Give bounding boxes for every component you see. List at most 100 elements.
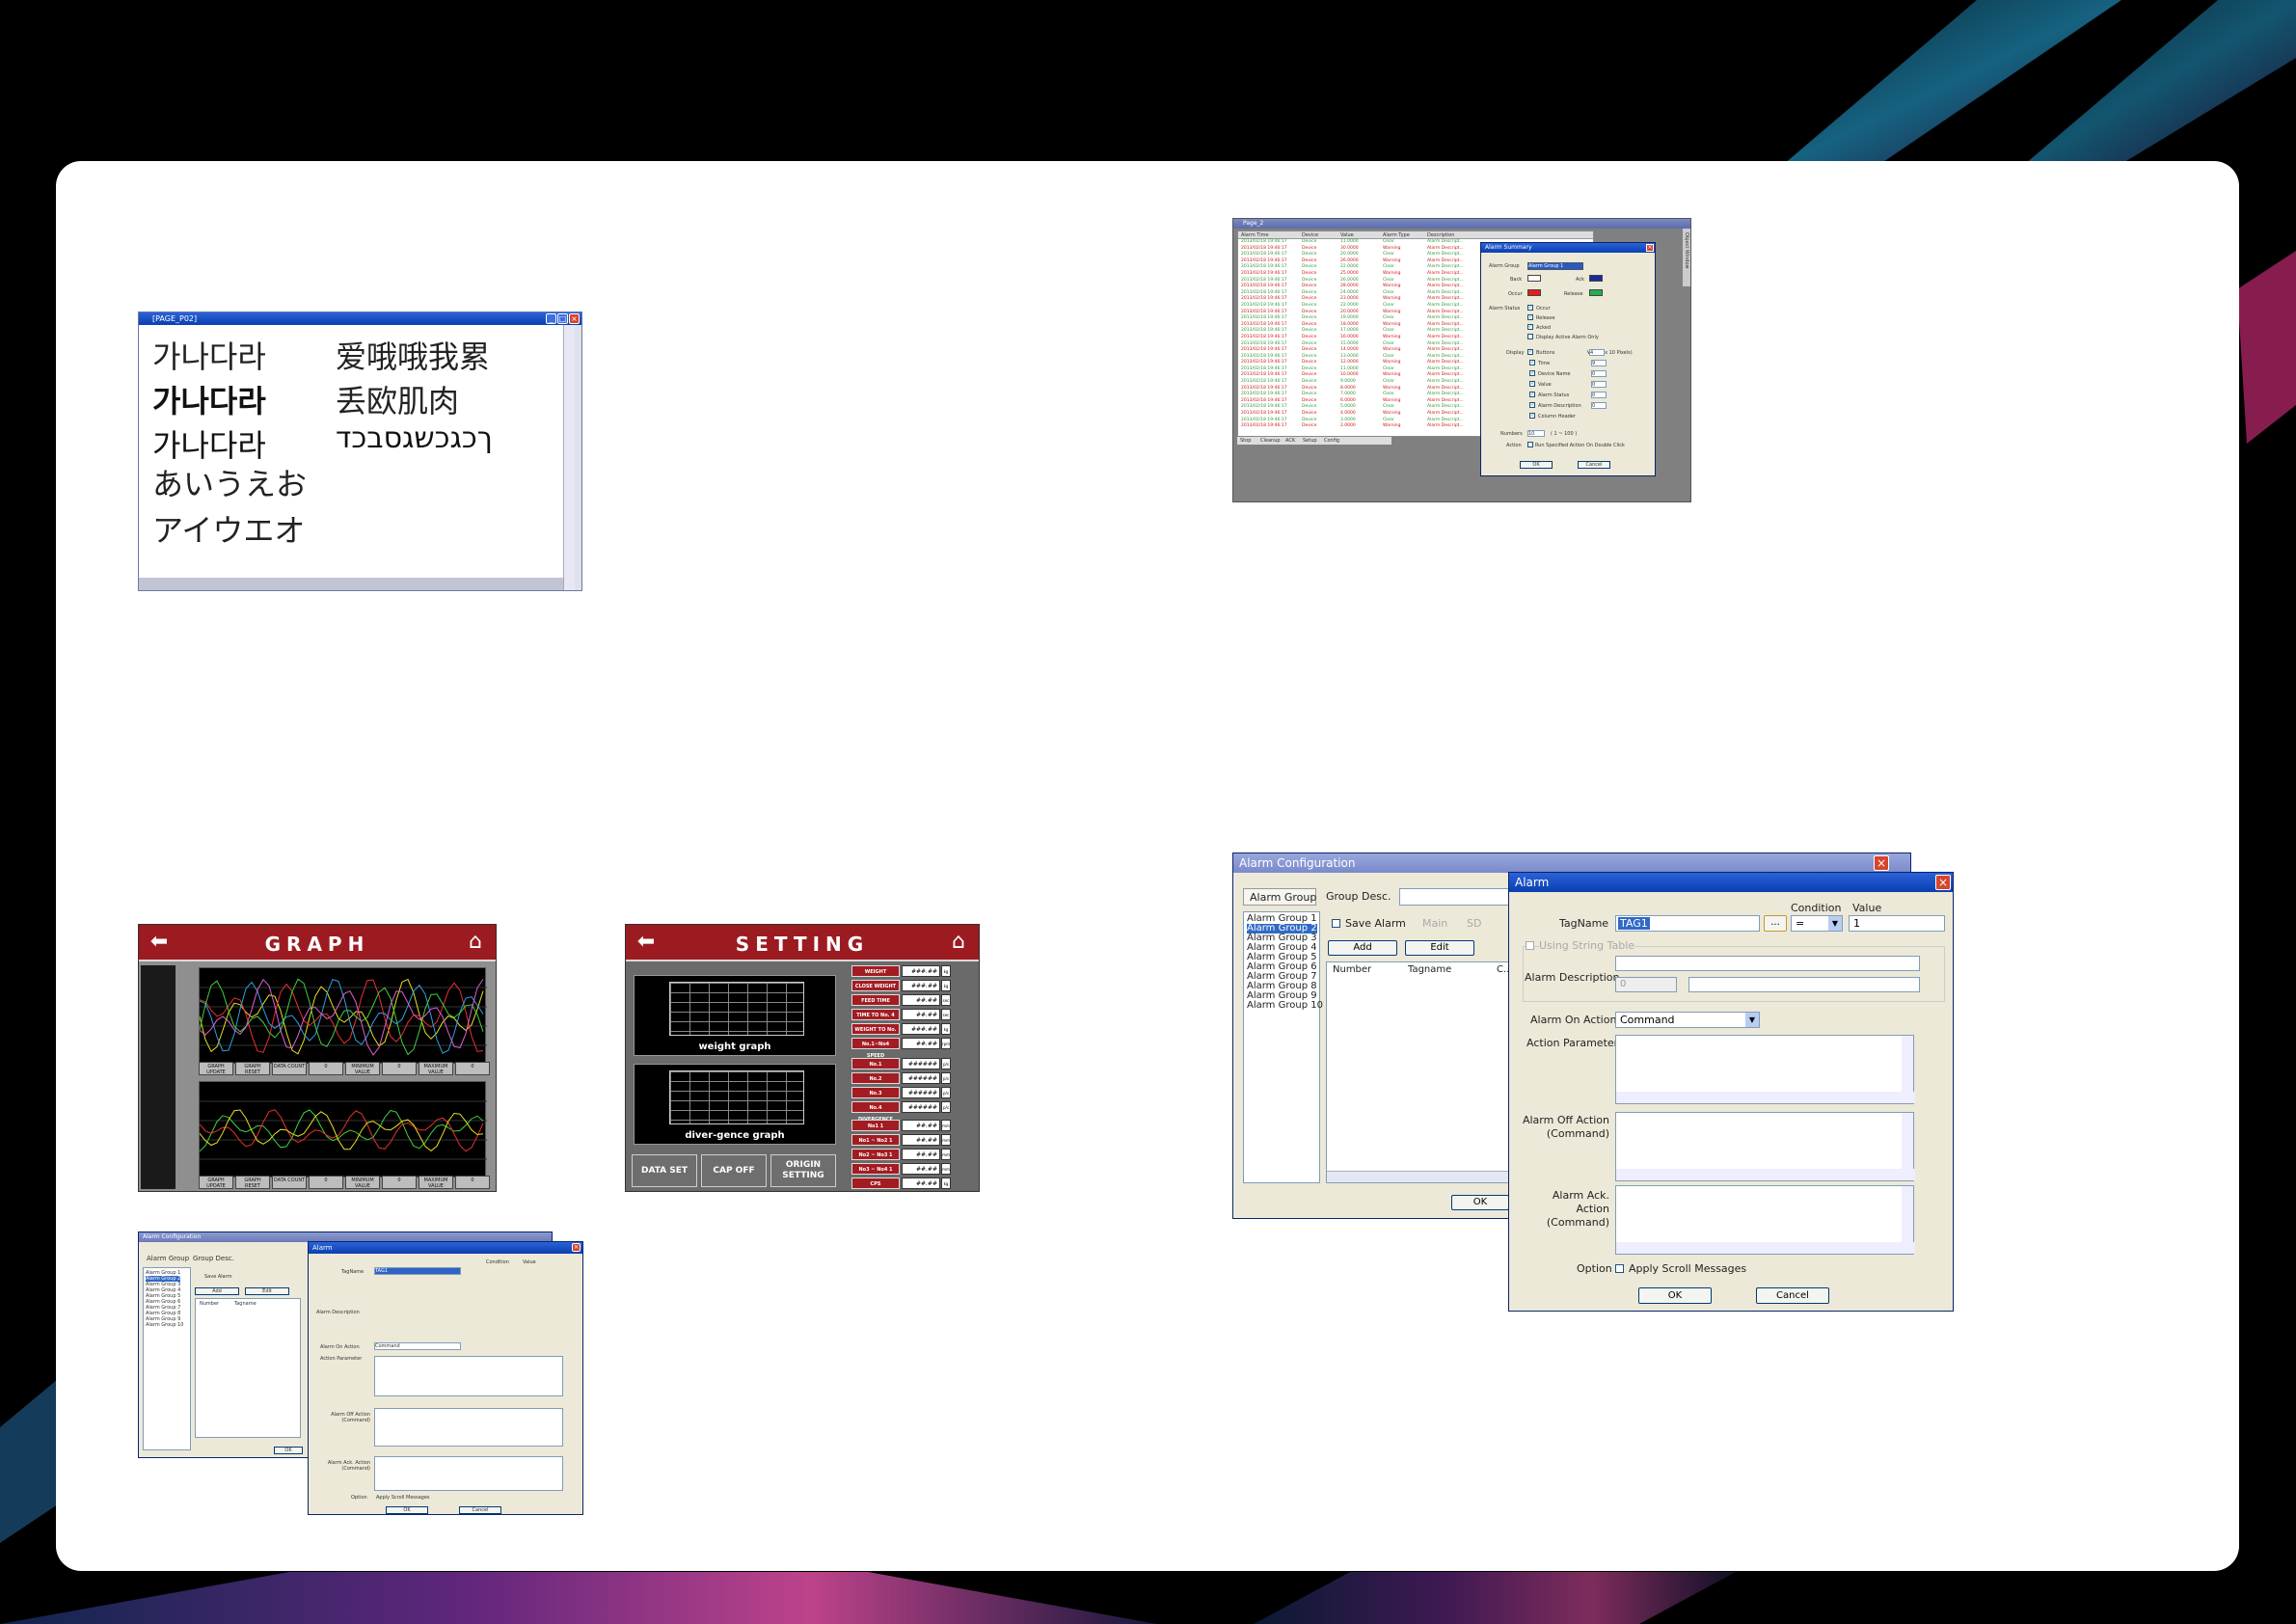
setting-row-value[interactable]: ##.## — [902, 1134, 940, 1146]
setting-row-value[interactable]: ##.## — [902, 1120, 940, 1131]
setting-row-value[interactable]: ###.## — [902, 980, 940, 991]
checkbox[interactable]: ✓ — [1529, 392, 1535, 397]
chevron-down-icon[interactable]: ▼ — [1828, 916, 1842, 931]
status-option[interactable]: ✓ Occur — [1527, 305, 1643, 312]
checkbox[interactable]: ✓ — [1527, 324, 1533, 330]
checkbox[interactable] — [1527, 334, 1533, 339]
desc-text-field[interactable] — [1688, 977, 1920, 992]
status-option[interactable]: ✓ Release — [1527, 314, 1643, 322]
vertical-scrollbar[interactable] — [1902, 1113, 1913, 1171]
setting-row-value[interactable]: ###### — [902, 1087, 940, 1098]
condition-select[interactable]: = ▼ — [1791, 915, 1843, 932]
alarm-group-select[interactable]: Alarm Group 1 — [1527, 262, 1583, 270]
width-field[interactable]: 9 — [1591, 360, 1607, 366]
config-close-icon[interactable]: × — [1874, 855, 1889, 871]
small-dialog-ok[interactable]: OK — [386, 1506, 428, 1514]
alarm-group-item[interactable]: Alarm Group 10 — [146, 1322, 183, 1328]
display-option[interactable]: ✓ Alarm Status 0 — [1529, 392, 1645, 399]
ack-color-swatch[interactable] — [1589, 275, 1603, 282]
close-icon[interactable]: × — [1935, 875, 1951, 890]
setting-row-value[interactable]: ###.## — [902, 1023, 940, 1035]
horizontal-scrollbar[interactable] — [1616, 1242, 1915, 1254]
width-field[interactable]: 0 — [1591, 381, 1607, 388]
occur-color-swatch[interactable] — [1527, 289, 1541, 296]
tab-group-desc[interactable]: Group Desc. — [1326, 890, 1391, 903]
checkbox[interactable]: ✓ — [1529, 370, 1535, 376]
graph-control-button[interactable]: MINIMUM VALUE — [345, 1062, 380, 1075]
display-option[interactable]: ✓ Device Name 0 — [1529, 370, 1645, 378]
checkbox[interactable]: ✓ — [1527, 314, 1533, 320]
width-field[interactable]: 0 — [1591, 402, 1607, 409]
vertical-scrollbar[interactable] — [1902, 1186, 1913, 1244]
checkbox[interactable]: ✓ — [1529, 360, 1535, 365]
tab-setup[interactable]: Setup — [1303, 438, 1317, 444]
dialog-close-icon[interactable]: × — [1646, 244, 1654, 252]
setting-row-value[interactable]: ##.## — [902, 994, 940, 1006]
value-field[interactable]: 1 — [1849, 915, 1945, 932]
setting-row-value[interactable]: ##.## — [902, 1177, 940, 1189]
ack-action-box[interactable] — [1615, 1185, 1915, 1255]
vertical-scrollbar[interactable] — [1902, 1036, 1913, 1094]
main-radio[interactable]: Main — [1422, 917, 1447, 930]
display-option[interactable]: ✓ Alarm Description 0 — [1529, 402, 1645, 410]
tagname-field[interactable]: TAG1 — [1615, 915, 1760, 932]
tab-cleanup[interactable]: Cleanup — [1260, 438, 1281, 444]
graph-control-button[interactable]: MAXIMUM VALUE — [419, 1062, 453, 1075]
tag-list-scrollbar[interactable] — [1327, 1171, 1520, 1182]
horizontal-scrollbar[interactable] — [1616, 1169, 1915, 1180]
minimize-button[interactable]: _ — [546, 313, 556, 324]
cancel-button[interactable]: Cancel — [1756, 1287, 1829, 1304]
small-tab-alarm-group[interactable]: Alarm Group — [147, 1256, 189, 1262]
cap-off-button[interactable]: CAP OFF — [701, 1154, 767, 1187]
graph-control-button[interactable]: 0 — [455, 1176, 490, 1189]
on-action-select[interactable]: Command ▼ — [1615, 1012, 1760, 1028]
vertical-scrollbar[interactable] — [563, 325, 575, 590]
apply-scroll-checkbox[interactable] — [1615, 1264, 1624, 1273]
display-option[interactable]: ✓ Buttons 4 — [1527, 349, 1643, 357]
group-desc-field[interactable] — [1399, 888, 1515, 906]
action-checkbox[interactable] — [1527, 442, 1533, 447]
small-save-alarm[interactable]: Save Alarm — [204, 1274, 232, 1280]
setting-row-value[interactable]: ###### — [902, 1101, 940, 1113]
checkbox[interactable]: ✓ — [1527, 305, 1533, 311]
using-string-table-checkbox[interactable] — [1526, 941, 1534, 950]
setting-row-value[interactable]: ##.## — [902, 1163, 940, 1175]
width-field[interactable]: 0 — [1591, 392, 1607, 398]
tab-stop[interactable]: Stop — [1240, 438, 1251, 444]
graph-control-button[interactable]: 0 — [455, 1062, 490, 1075]
small-off-action-box[interactable] — [374, 1408, 563, 1447]
graph-control-button[interactable]: 0 — [309, 1176, 343, 1189]
maximize-button[interactable]: □ — [557, 313, 568, 324]
summary-ok-button[interactable]: OK — [1520, 461, 1553, 469]
edit-button[interactable]: Edit — [1405, 940, 1474, 956]
small-tagname-field[interactable]: TAG1 — [374, 1267, 461, 1275]
small-action-param-box[interactable] — [374, 1356, 563, 1396]
home-icon[interactable]: ⌂ — [459, 929, 492, 956]
setting-row-value[interactable]: ##.## — [902, 1038, 940, 1049]
display-option[interactable]: ✓ Time 9 — [1529, 360, 1645, 367]
back-arrow-icon[interactable]: ⬅ — [143, 929, 176, 956]
tab-config[interactable]: Config — [1324, 438, 1339, 444]
status-option[interactable]: ✓ Acked — [1527, 324, 1643, 332]
width-field[interactable]: 0 — [1591, 370, 1607, 377]
checkbox[interactable]: ✓ — [1529, 381, 1535, 387]
back-color-swatch[interactable] — [1527, 275, 1541, 282]
alarm-description-field[interactable] — [1615, 956, 1920, 971]
chevron-down-icon[interactable]: ▼ — [1745, 1013, 1759, 1027]
setting-row-value[interactable]: ###### — [902, 1072, 940, 1084]
tab-ack[interactable]: ACK — [1285, 438, 1295, 444]
add-button[interactable]: Add — [1328, 940, 1397, 956]
width-field[interactable]: 4 — [1589, 349, 1605, 356]
status-option[interactable]: Display Active Alarm Only — [1527, 334, 1643, 341]
graph-control-button[interactable]: DATA COUNT — [272, 1062, 307, 1075]
setting-row-value[interactable]: ###### — [902, 1058, 940, 1069]
summary-cancel-button[interactable]: Cancel — [1578, 461, 1610, 469]
home-icon[interactable]: ⌂ — [942, 929, 975, 956]
numbers-field[interactable]: 10 — [1527, 430, 1545, 437]
graph-control-button[interactable]: MAXIMUM VALUE — [419, 1176, 453, 1189]
data-set-button[interactable]: DATA SET — [632, 1154, 697, 1187]
small-dialog-cancel[interactable]: Cancel — [459, 1506, 501, 1514]
small-tab-group-desc[interactable]: Group Desc. — [193, 1256, 234, 1262]
small-apply-scroll[interactable]: Apply Scroll Messages — [376, 1495, 430, 1501]
graph-control-button[interactable]: 0 — [382, 1062, 417, 1075]
